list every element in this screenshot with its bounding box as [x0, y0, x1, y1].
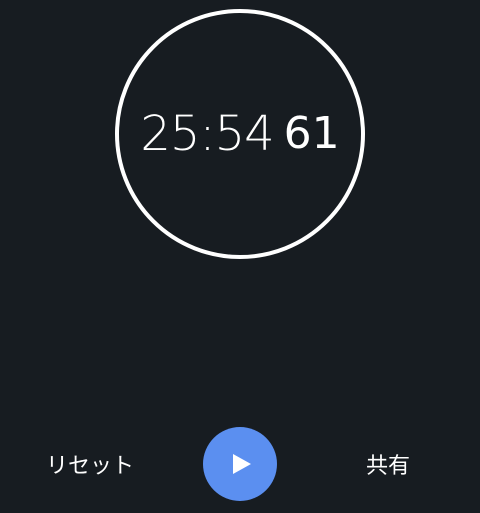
play-icon: [232, 454, 251, 474]
reset-button[interactable]: リセット: [30, 444, 150, 484]
elapsed-hundredths: 61: [283, 108, 340, 159]
stopwatch-screen: 25:54 61 リセット 共有: [0, 0, 480, 513]
play-button[interactable]: [203, 427, 277, 501]
elapsed-minutes-seconds: 25:54: [140, 106, 274, 162]
share-button[interactable]: 共有: [338, 444, 438, 484]
elapsed-time: 25:54 61: [115, 9, 365, 259]
